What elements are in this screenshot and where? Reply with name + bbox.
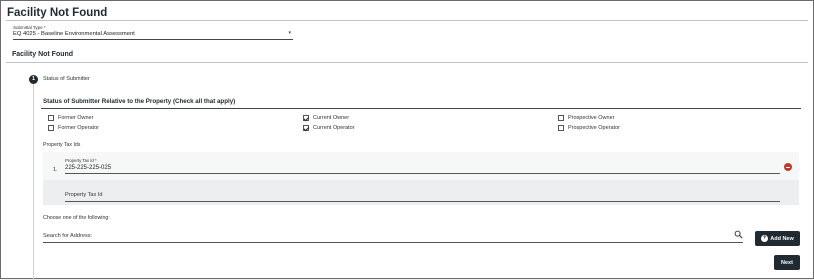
submittal-type-select[interactable]: EQ 4025 - Baseline Environmental Assessm… xyxy=(13,30,293,40)
checkbox-current-operator[interactable]: Current Operator xyxy=(303,124,355,131)
checkbox-box[interactable] xyxy=(48,114,54,121)
checkbox-label: Current Owner xyxy=(313,114,350,121)
plus-circle-icon: + xyxy=(761,235,769,242)
property-tax-id-label: Property Tax Id * xyxy=(65,158,97,163)
property-tax-id-field[interactable]: 225-225-225-025 xyxy=(65,165,780,174)
checkbox-box[interactable] xyxy=(558,114,564,121)
checkbox-prospective-owner[interactable]: Prospective Owner xyxy=(558,114,614,121)
step-number-badge: 1 xyxy=(29,75,38,84)
section-divider xyxy=(6,62,808,63)
choose-one-label: Choose one of the following: xyxy=(43,215,110,221)
checkbox-label: Prospective Owner xyxy=(568,114,615,121)
checkbox-label: Prospective Operator xyxy=(568,124,620,131)
checkbox-label: Current Operator xyxy=(313,124,355,131)
section-title: Facility Not Found xyxy=(12,51,74,58)
row-number: 1. xyxy=(53,167,58,173)
checkbox-box[interactable] xyxy=(558,124,564,131)
checkbox-box[interactable] xyxy=(303,124,309,131)
submittal-type-label: Submittal Type * xyxy=(13,25,46,30)
title-divider xyxy=(6,20,808,21)
status-heading: Status of Submitter Relative to the Prop… xyxy=(43,98,236,105)
search-icon[interactable] xyxy=(734,230,743,239)
page-title: Facility Not Found xyxy=(7,7,108,19)
remove-row-icon[interactable] xyxy=(784,163,792,171)
property-tax-ids-label: Property Tax Ids xyxy=(43,142,81,148)
step-label: Status of Submitter xyxy=(43,76,90,82)
checkbox-prospective-operator[interactable]: Prospective Operator xyxy=(558,124,620,131)
status-divider xyxy=(41,108,801,109)
checkbox-former-operator[interactable]: Former Operator xyxy=(48,124,99,131)
next-button[interactable]: Next xyxy=(774,255,800,270)
chevron-down-icon: ▾ xyxy=(288,30,291,36)
property-tax-row: 1. Property Tax Id * 225-225-225-025 xyxy=(43,152,799,180)
checkbox-current-owner[interactable]: Current Owner xyxy=(303,114,349,121)
add-new-label: Add New xyxy=(770,235,794,242)
submittal-type-value: EQ 4025 - Baseline Environmental Assessm… xyxy=(13,31,135,37)
checkbox-label: Former Owner xyxy=(58,114,94,121)
new-property-tax-id-field[interactable]: Property Tax Id xyxy=(65,192,780,202)
step-connector xyxy=(33,84,34,280)
property-tax-list: 1. Property Tax Id * 225-225-225-025 Pro… xyxy=(43,152,799,205)
checkbox-box[interactable] xyxy=(48,124,54,131)
app-frame: Facility Not Found Submittal Type * EQ 4… xyxy=(0,0,814,280)
checkbox-former-owner[interactable]: Former Owner xyxy=(48,114,93,121)
checkbox-label: Former Operator xyxy=(58,124,99,131)
checkbox-box[interactable] xyxy=(303,114,309,121)
add-new-button[interactable]: + Add New xyxy=(755,231,800,246)
address-search-input[interactable]: Search for Address: xyxy=(43,233,743,243)
